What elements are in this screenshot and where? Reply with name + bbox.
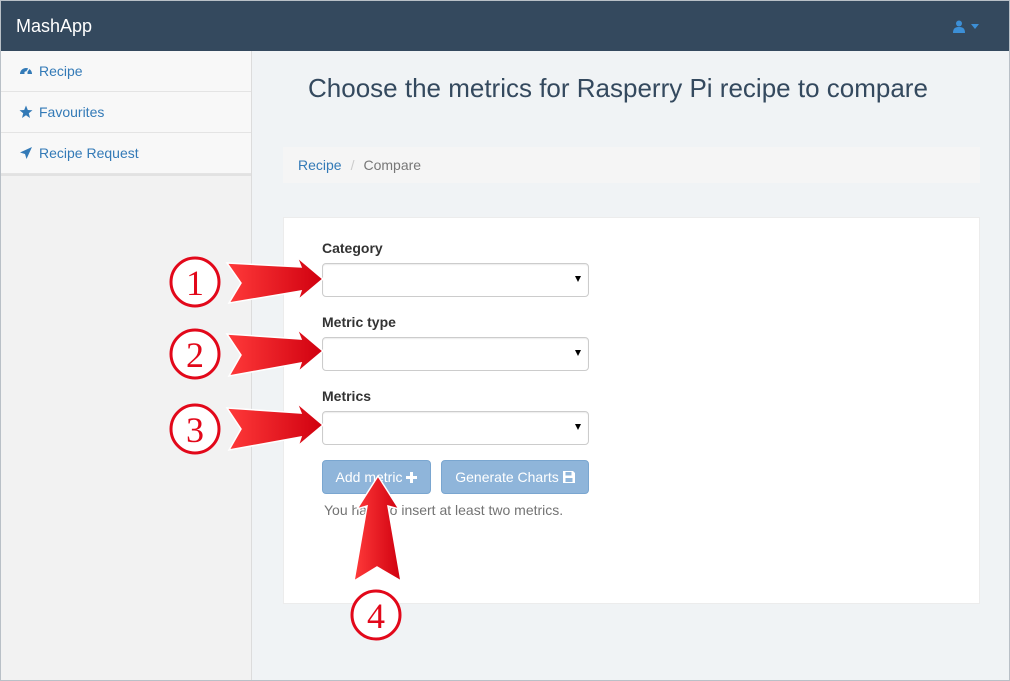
compare-form-panel: Category Metric type Metrics Add metric [283, 217, 980, 604]
sidebar-item-label: Recipe [39, 63, 83, 79]
breadcrumb-link-recipe[interactable]: Recipe [298, 157, 342, 173]
category-select[interactable] [322, 263, 589, 297]
category-label: Category [322, 240, 383, 256]
metric-type-select[interactable] [322, 337, 589, 371]
help-text: You have to insert at least two metrics. [324, 502, 564, 518]
add-metric-button[interactable]: Add metric [322, 460, 431, 494]
caret-down-icon [971, 23, 979, 29]
page-title: Choose the metrics for Rasperry Pi recip… [308, 73, 928, 103]
app-brand[interactable]: MashApp [16, 1, 92, 51]
floppy-disk-icon [562, 471, 575, 483]
star-icon [19, 105, 33, 118]
select-caret-icon [575, 424, 581, 430]
dashboard-icon [20, 68, 32, 75]
sidebar-item-label: Favourites [39, 104, 105, 120]
paper-plane-icon [20, 147, 32, 159]
main-content: Choose the metrics for Rasperry Pi recip… [253, 51, 1009, 680]
breadcrumb-separator: / [350, 157, 355, 173]
user-menu-toggle[interactable] [953, 19, 979, 33]
generate-charts-button[interactable]: Generate Charts [441, 460, 589, 494]
breadcrumb: Recipe / Compare [283, 147, 980, 183]
top-navbar: MashApp [1, 1, 1009, 51]
sidebar-item-favourites[interactable]: Favourites [1, 92, 251, 133]
metric-type-label: Metric type [322, 314, 396, 330]
metrics-label: Metrics [322, 388, 372, 404]
add-metric-label: Add metric [335, 469, 403, 485]
sidebar-nav: Recipe Favourites Recipe Request [1, 51, 251, 176]
sidebar: Recipe Favourites Recipe Request [1, 51, 252, 680]
select-caret-icon [575, 276, 581, 282]
app-window: MashApp Recipe Favourites Recipe Request… [0, 0, 1010, 681]
breadcrumb-current: Compare [363, 157, 422, 173]
sidebar-item-recipe[interactable]: Recipe [1, 51, 251, 92]
metrics-select[interactable] [322, 411, 589, 445]
plus-icon [406, 471, 418, 483]
user-icon [953, 20, 965, 33]
select-caret-icon [575, 350, 581, 356]
sidebar-item-recipe-request[interactable]: Recipe Request [1, 133, 251, 174]
sidebar-item-label: Recipe Request [39, 145, 139, 161]
generate-charts-label: Generate Charts [455, 469, 559, 485]
